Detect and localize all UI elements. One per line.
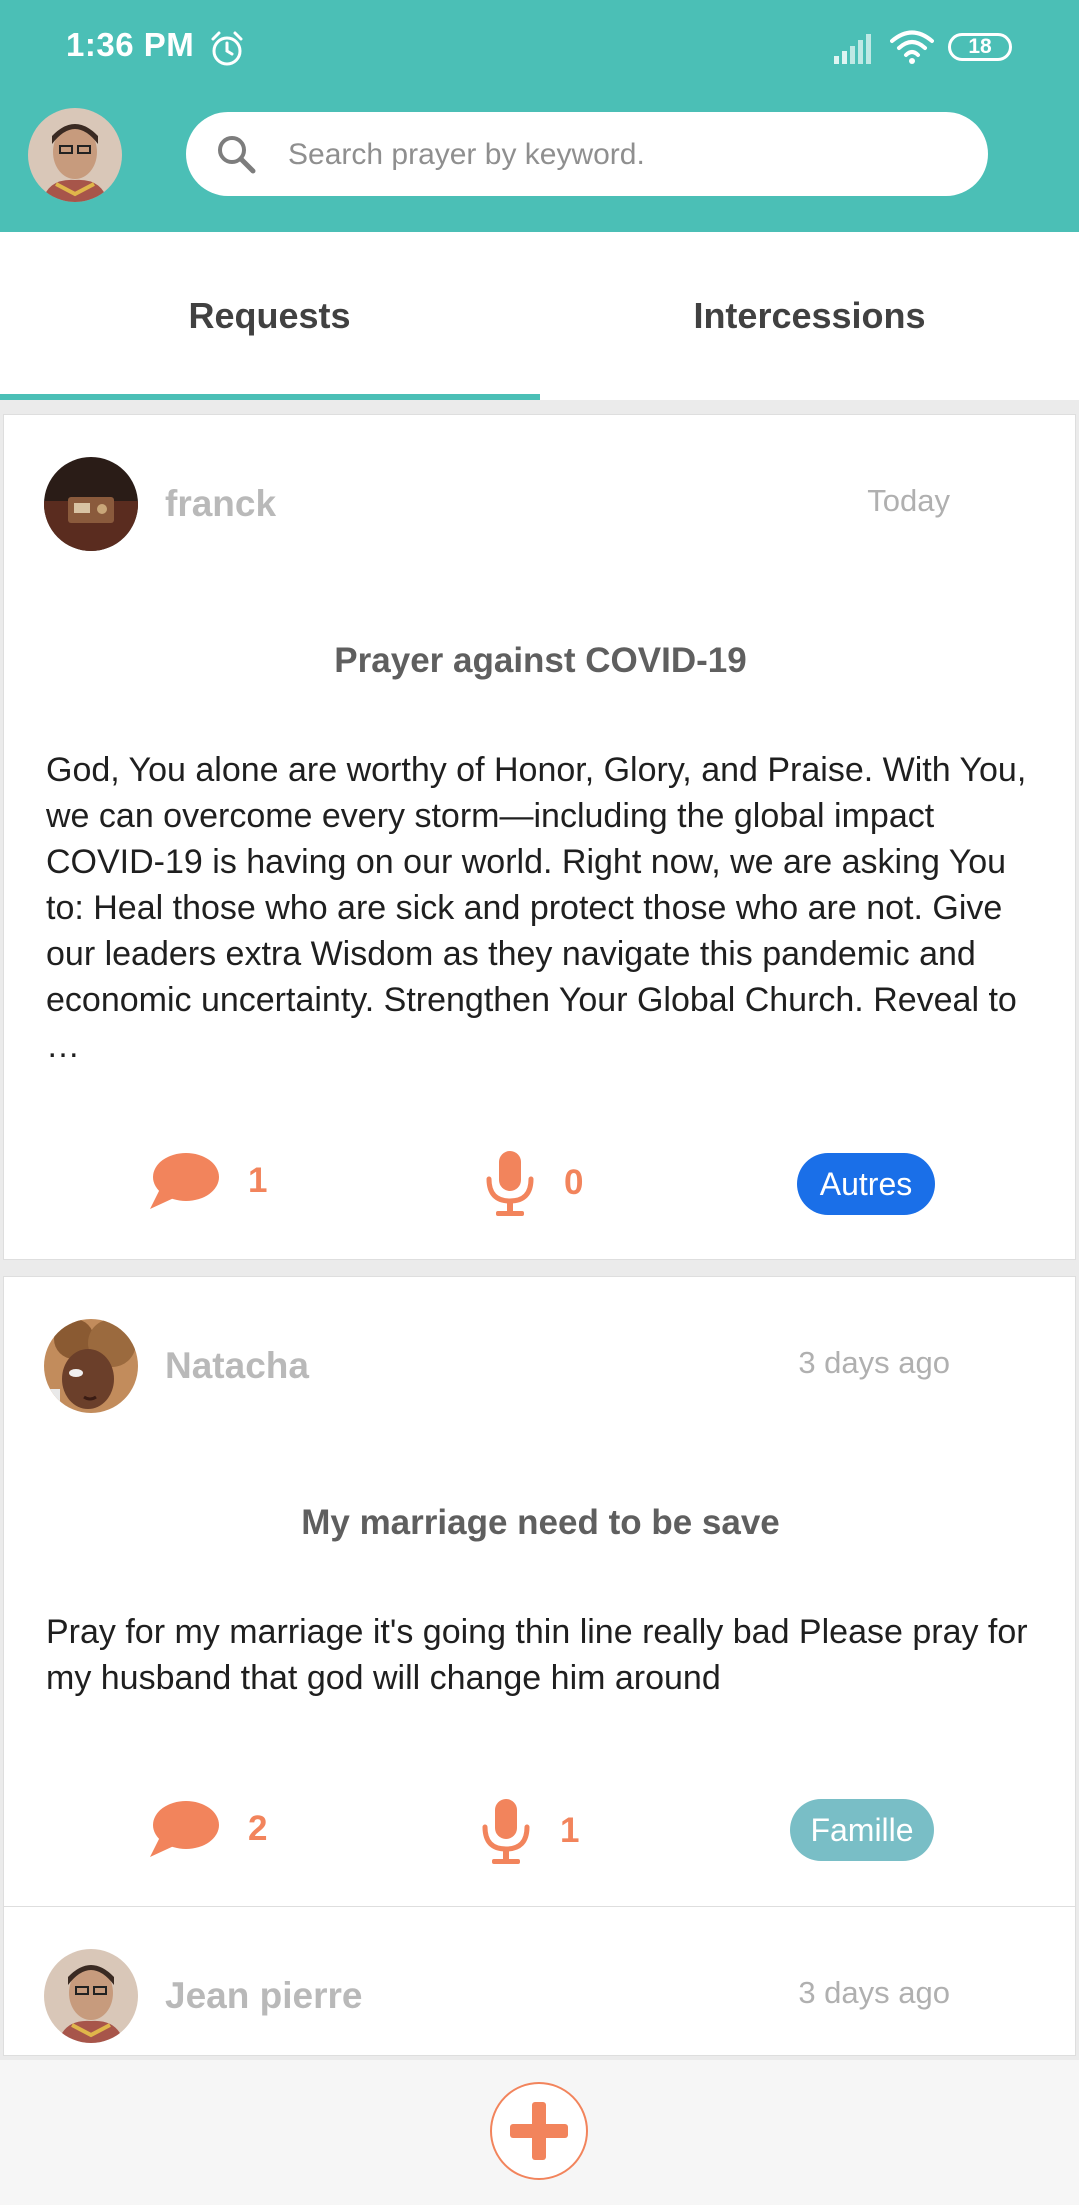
wifi-icon (890, 30, 934, 64)
comments-button[interactable]: 1 (148, 1151, 267, 1211)
battery-level: 18 (968, 35, 992, 58)
prayer-body: God, You alone are worthy of Honor, Glor… (46, 751, 1027, 1065)
microphone-icon (482, 1799, 530, 1864)
comment-icon (150, 1801, 219, 1857)
author-name[interactable]: Jean pierre (165, 1975, 362, 2017)
prayer-body: Pray for my marriage it's going thin lin… (46, 1613, 1028, 1697)
comment-icon (150, 1153, 219, 1209)
comments-count: 2 (248, 1809, 268, 1848)
signal-icon (834, 34, 871, 64)
tab-intercessions[interactable]: Intercessions (540, 232, 1079, 400)
status-time: 1:36 PM (66, 26, 195, 63)
plus-icon (510, 2102, 568, 2160)
prayer-title: My marriage need to be save (301, 1503, 780, 1542)
status-bar: 1:36 PM 18 (0, 0, 1079, 96)
add-prayer-button[interactable] (490, 2082, 588, 2180)
author-avatar-image (44, 457, 138, 551)
voice-intercessions-button[interactable]: 1 (480, 1797, 579, 1865)
alarm-icon (211, 31, 243, 66)
prayer-card[interactable]: franck Today Prayer against COVID-19 God… (3, 414, 1076, 1260)
author-avatar-image (44, 1949, 138, 2043)
post-time: Today (867, 483, 950, 518)
active-tab-indicator (0, 394, 540, 400)
author-avatar[interactable] (44, 1949, 138, 2043)
prayer-title: Prayer against COVID-19 (334, 641, 747, 680)
search-icon (218, 136, 256, 174)
author-avatar[interactable] (44, 457, 138, 551)
prayer-card[interactable]: Jean pierre 3 days ago (3, 1906, 1076, 2056)
tab-intercessions-label: Intercessions (693, 295, 926, 336)
author-name[interactable]: franck (165, 483, 276, 525)
search-bar[interactable] (186, 112, 988, 198)
tab-requests-label: Requests (188, 295, 351, 336)
category-badge[interactable]: Autres (797, 1153, 935, 1215)
tab-requests[interactable]: Requests (0, 232, 539, 400)
voice-count: 1 (560, 1811, 580, 1850)
prayer-card[interactable]: Natacha 3 days ago My marriage need to b… (3, 1276, 1076, 1908)
post-time: 3 days ago (798, 1345, 950, 1380)
post-time: 3 days ago (798, 1975, 950, 2010)
author-name[interactable]: Natacha (165, 1345, 309, 1387)
microphone-icon (486, 1151, 534, 1216)
category-badge[interactable]: Famille (790, 1799, 934, 1861)
profile-avatar[interactable] (28, 108, 122, 202)
profile-avatar-image (28, 108, 122, 202)
comments-button[interactable]: 2 (148, 1799, 267, 1859)
app-header: 1:36 PM 18 (0, 0, 1079, 232)
bottom-bar (0, 2060, 1079, 2205)
author-avatar-image (44, 1319, 138, 1413)
battery-icon: 18 (948, 33, 1012, 61)
voice-intercessions-button[interactable]: 0 (484, 1149, 583, 1217)
search-input[interactable] (286, 112, 950, 198)
tab-bar: Requests Intercessions (0, 232, 1079, 400)
category-label: Famille (810, 1811, 914, 1848)
voice-count: 0 (564, 1163, 584, 1202)
category-label: Autres (819, 1165, 913, 1202)
comments-count: 1 (248, 1161, 268, 1200)
author-avatar[interactable] (44, 1319, 138, 1413)
